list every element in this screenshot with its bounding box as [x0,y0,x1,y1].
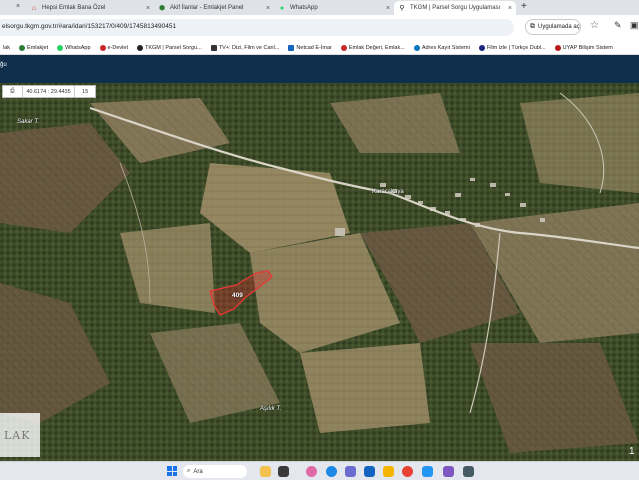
taskbar-search[interactable]: ⌕ Ara [183,465,247,478]
close-icon[interactable]: × [266,5,270,12]
logo-text: LAK [4,429,31,442]
bookmark-label: UYAP Bilişim Sistem [562,44,613,51]
print-button[interactable]: ⎙ [3,86,23,97]
store-icon[interactable] [422,466,433,477]
folder-icon[interactable] [383,466,394,477]
copilot-icon[interactable] [306,466,317,477]
bookmark-label: Film izle | Türkçe Dubl... [486,44,546,51]
bookmark-item[interactable]: Adres Kayıt Sistemi [413,44,470,51]
bookmark-star-icon[interactable]: ☆ [590,20,599,31]
bookmark-item[interactable]: TV+: Dizi, Film ve Canl... [210,44,280,51]
tab-strip: × ⌂ Hepsi Emlak Bana Özel × ⬢ Akif İlanl… [0,0,639,15]
app-window-icon: ⧉ [530,23,535,30]
brand-icon: ⌂ [31,4,37,12]
coordinate-readout: 40.6174 : 29.4435 [23,86,76,97]
task-view-icon[interactable] [278,466,289,477]
edge-icon[interactable] [326,466,337,477]
uyap-icon [554,44,561,51]
location-pin-icon: ⚲ [399,5,405,12]
tab-label: TKGM | Parsel Sorgu Uygulaması [410,5,501,11]
place-label: Sakar T. [17,119,40,125]
open-in-app-label: Uygulamada aç [538,24,580,30]
bookmark-label: Emlakjet [27,44,49,51]
tab-hepsiemlak[interactable]: ⌂ Hepsi Emlak Bana Özel × [26,1,154,15]
close-icon[interactable]: × [386,5,390,12]
bookmark-item[interactable]: TKGM | Parsel Sorgu... [136,44,202,51]
zoom-level: 15 [82,88,89,95]
tab-label: WhatsApp [290,5,318,11]
emlakjet-icon: ⬢ [158,5,166,12]
windows-start-icon[interactable] [167,466,177,476]
bookmark-item[interactable]: e-Devlet [99,44,128,51]
widget-icon[interactable] [260,466,271,477]
teams-icon[interactable] [345,466,356,477]
village-label: Karacakaya [372,189,404,195]
search-icon: ⌕ [187,468,191,474]
film-icon [478,44,485,51]
edevlet-icon [99,44,106,51]
app-icon[interactable] [443,466,454,477]
pen-icon[interactable]: ✎ [614,20,622,31]
watermark-logo: LAK [0,413,40,457]
address-row: elsorgu.tkgm.gov.tr/#ara/idari/153217/0/… [0,15,639,41]
bookmark-label: e-Devlet [107,44,128,51]
tab-emlakjet[interactable]: ⬢ Akif İlanlar - Emlakjet Panel × [154,1,274,15]
bookmark-label: Netcad E-İmar [296,44,332,51]
close-icon[interactable]: × [146,5,150,12]
netcad-icon [288,44,295,51]
bookmark-label: Adres Kayıt Sistemi [421,44,470,51]
bookmark-item[interactable]: Emlakjet [19,44,49,51]
printer-icon: ⎙ [10,88,15,94]
tab-label: Akif İlanlar - Emlakjet Panel [170,5,244,11]
bookmark-item[interactable]: Film izle | Türkçe Dubl... [478,44,546,51]
bookmark-item[interactable]: UYAP Bilişim Sistem [554,44,613,51]
bookmarks-bar: lak Emlakjet WhatsApp e-Devlet TKGM | Pa… [0,41,639,55]
home-icon [340,44,347,51]
emlakjet-icon [19,44,26,51]
tab-label: Hepsi Emlak Bana Özel [42,5,106,11]
bookmark-label: TV+: Dizi, Film ve Canl... [218,44,280,51]
taskbar: ⌕ Ara [0,461,639,480]
bookmark-item[interactable]: Netcad E-İmar [288,44,332,51]
location-pin-icon [136,44,143,51]
bookmark-label: lak [3,44,11,51]
mail-icon[interactable] [364,466,375,477]
map-toolbar: ⎙ 40.6174 : 29.4435 15 [2,85,96,98]
tv-icon [210,44,217,51]
whatsapp-icon: ● [279,4,285,12]
tab-tkgm[interactable]: ⚲ TKGM | Parsel Sorgu Uygulaması × [394,1,516,15]
parcel-number-label: 409 [232,292,243,299]
bookmark-label: WhatsApp [65,44,91,51]
bookmark-item[interactable]: lak [3,45,10,51]
whatsapp-icon [57,44,64,51]
place-label: Aşılık T. [260,406,282,412]
satellite-map[interactable]: ⎙ 40.6174 : 29.4435 15 Sakar T. Aşılık T… [0,83,639,461]
site-title: ğu [0,62,7,68]
search-label: Ara [193,468,203,475]
extension-icon[interactable]: ▣ [630,20,639,31]
app-icon[interactable] [463,466,474,477]
bookmark-label: TKGM | Parsel Sorgu... [144,44,202,51]
new-tab-button[interactable]: + [521,1,527,12]
url-text[interactable]: elsorgu.tkgm.gov.tr/#ara/idari/153217/0/… [2,23,176,30]
bookmark-label: Emlak Değeri, Emlak... [348,44,405,51]
satellite-imagery [0,83,639,461]
bookmark-item[interactable]: WhatsApp [57,44,91,51]
close-icon[interactable]: × [508,5,512,12]
open-in-app-button[interactable]: ⧉ Uygulamada aç [525,19,581,35]
tab-whatsapp[interactable]: ● WhatsApp × [274,1,394,15]
chrome-icon[interactable] [402,466,413,477]
site-header: ğu [0,55,639,83]
address-icon [413,44,420,51]
corner-digit: 1 [629,446,635,457]
bookmark-item[interactable]: Emlak Değeri, Emlak... [340,44,405,51]
close-icon[interactable]: × [16,3,20,10]
address-bar[interactable]: elsorgu.tkgm.gov.tr/#ara/idari/153217/0/… [0,19,514,36]
